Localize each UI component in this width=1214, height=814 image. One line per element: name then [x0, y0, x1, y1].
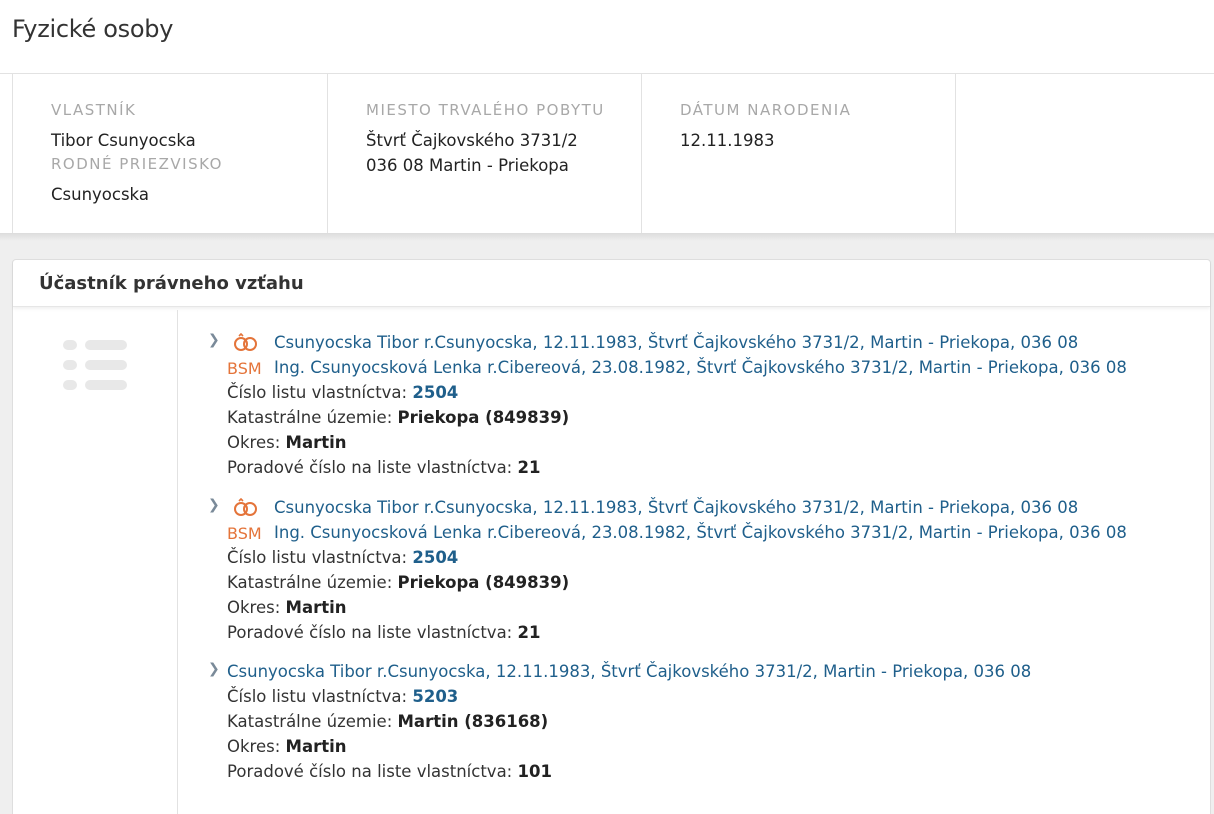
okres-value: Martin — [285, 433, 347, 452]
residence-column: Miesto trvalého pobytu Štvrť Čajkovského… — [327, 74, 641, 233]
okres-label: Okres: — [227, 598, 281, 617]
ku-label: Katastrálne územie: — [227, 408, 393, 427]
lv-line: Číslo listu vlastníctva: 5203 — [227, 684, 458, 709]
lv-label: Číslo listu vlastníctva: — [227, 548, 408, 567]
residence-line-1: Štvrť Čajkovského 3731/2 — [366, 131, 578, 150]
lv-label: Číslo listu vlastníctva: — [227, 383, 408, 402]
okres-line: Okres: Martin — [227, 734, 347, 759]
wedding-rings-icon — [234, 333, 257, 351]
poradove-line: Poradové číslo na liste vlastníctva: 101 — [227, 759, 552, 784]
ku-line: Katastrálne územie: Priekopa (849839) — [227, 405, 569, 430]
poradove-label: Poradové číslo na liste vlastníctva: — [227, 458, 513, 477]
ku-value: Priekopa (849839) — [397, 408, 570, 427]
okres-line: Okres: Martin — [227, 430, 347, 455]
okres-label: Okres: — [227, 737, 281, 756]
okres-value: Martin — [285, 737, 347, 756]
residence-label: Miesto trvalého pobytu — [366, 101, 605, 119]
spouse-link[interactable]: Ing. Csunyocsková Lenka r.Cibereová, 23.… — [274, 520, 1127, 545]
spouse-link[interactable]: Ing. Csunyocsková Lenka r.Cibereová, 23.… — [274, 355, 1127, 380]
residence-line-2: 036 08 Martin - Priekopa — [366, 156, 569, 175]
poradove-label: Poradové číslo na liste vlastníctva: — [227, 623, 513, 642]
owner-name: Tibor Csunyocska — [51, 131, 196, 150]
ku-label: Katastrálne územie: — [227, 573, 393, 592]
lv-link[interactable]: 5203 — [412, 687, 458, 706]
owner-info-row: Vlastník Tibor Csunyocska Rodné priezvis… — [12, 74, 1214, 233]
chevron-right-icon[interactable]: ❯ — [208, 497, 220, 513]
birth-surname-label: Rodné priezvisko — [51, 155, 223, 173]
panel-header: Účastník právneho vzťahu — [13, 260, 1210, 307]
lv-label: Číslo listu vlastníctva: — [227, 687, 408, 706]
ku-value: Priekopa (849839) — [397, 573, 570, 592]
person-link[interactable]: Csunyocska Tibor r.Csunyocska, 12.11.198… — [274, 495, 1078, 520]
birth-date-label: Dátum narodenia — [680, 101, 852, 119]
owner-label: Vlastník — [51, 101, 137, 119]
lv-line: Číslo listu vlastníctva: 2504 — [227, 545, 458, 570]
birth-surname: Csunyocska — [51, 185, 149, 204]
poradove-line: Poradové číslo na liste vlastníctva: 21 — [227, 455, 540, 480]
panel-sidebar — [13, 310, 178, 814]
poradove-value: 21 — [517, 458, 541, 477]
chevron-right-icon[interactable]: ❯ — [208, 332, 220, 348]
okres-value: Martin — [285, 598, 347, 617]
bsm-badge: BSM — [227, 524, 262, 543]
chevron-right-icon[interactable]: ❯ — [208, 661, 220, 677]
page-title: Fyzické osoby — [12, 15, 174, 43]
owner-column: Vlastník Tibor Csunyocska Rodné priezvis… — [12, 74, 327, 233]
ku-label: Katastrálne územie: — [227, 712, 393, 731]
wedding-rings-icon — [234, 498, 257, 516]
poradove-label: Poradové číslo na liste vlastníctva: — [227, 762, 513, 781]
panel-title: Účastník právneho vzťahu — [39, 273, 304, 294]
person-link[interactable]: Csunyocska Tibor r.Csunyocska, 12.11.198… — [274, 330, 1078, 355]
okres-label: Okres: — [227, 433, 281, 452]
lv-link[interactable]: 2504 — [412, 548, 458, 567]
person-link[interactable]: Csunyocska Tibor r.Csunyocska, 12.11.198… — [227, 659, 1031, 684]
okres-line: Okres: Martin — [227, 595, 347, 620]
band-shadow — [0, 233, 1214, 241]
poradove-value: 101 — [517, 762, 552, 781]
lv-link[interactable]: 2504 — [412, 383, 458, 402]
birth-date-column: Dátum narodenia 12.11.1983 — [641, 74, 956, 233]
lv-line: Číslo listu vlastníctva: 2504 — [227, 380, 458, 405]
birth-date-value: 12.11.1983 — [680, 131, 775, 150]
ku-line: Katastrálne územie: Martin (836168) — [227, 709, 548, 734]
ku-value: Martin (836168) — [397, 712, 549, 731]
poradove-line: Poradové číslo na liste vlastníctva: 21 — [227, 620, 540, 645]
poradove-value: 21 — [517, 623, 541, 642]
legal-relation-panel: Účastník právneho vzťahu ❯ BSM Csunyocsk… — [12, 259, 1211, 814]
ku-line: Katastrálne územie: Priekopa (849839) — [227, 570, 569, 595]
list-icon — [63, 340, 129, 394]
bsm-badge: BSM — [227, 359, 262, 378]
